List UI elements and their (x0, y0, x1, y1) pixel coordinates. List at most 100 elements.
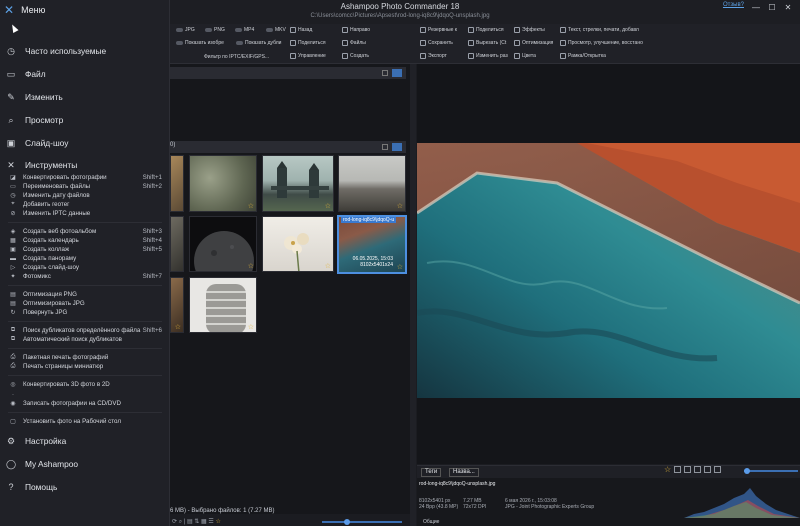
show-images-toggle[interactable]: Показать изобре (176, 40, 224, 46)
menu-bottom-item-3[interactable]: ? Помощь (4, 480, 166, 494)
tools-item-20[interactable]: · (8, 390, 166, 399)
close-menu-icon[interactable]: ✕ (4, 4, 14, 16)
tools-item-22[interactable]: ▢ Установить фото на Рабочий стол (8, 417, 166, 426)
tools-item-18[interactable]: ⎙ Печать страницы миниатюр (8, 362, 166, 371)
share-2-button[interactable]: Поделиться (468, 27, 504, 33)
tools-item-4[interactable]: ⌖ Добавить геотег (8, 200, 166, 209)
star-icon[interactable]: ☆ (397, 203, 403, 210)
thumbnail[interactable]: ☆ (189, 216, 257, 272)
panel-icon[interactable] (674, 466, 681, 473)
thumbnail[interactable]: ☆ (338, 155, 406, 212)
star-icon[interactable]: ☆ (248, 203, 254, 210)
view-list-icon[interactable]: ☰ (208, 519, 213, 525)
pane-divider[interactable] (410, 64, 416, 526)
thumbnail[interactable]: ☆ (262, 216, 334, 272)
export-button[interactable]: Экспорт (420, 53, 447, 59)
view-improve-button[interactable]: Просмотр, улучшение, восстано (560, 40, 643, 46)
tools-item-15[interactable]: ⧉ Поиск дубликатов определённого файла Shi… (8, 326, 166, 335)
backup-button[interactable]: Резервные к (420, 27, 457, 33)
star-filter-icon[interactable]: ☆ (215, 519, 220, 525)
chevron-down-icon[interactable] (392, 143, 402, 151)
chevron-down-icon[interactable] (392, 69, 402, 77)
share-button[interactable]: Поделиться (290, 40, 326, 46)
files-button[interactable]: Файлы (342, 40, 366, 46)
star-icon[interactable]: ☆ (397, 264, 403, 271)
sort-icon[interactable]: ⇅ (194, 519, 199, 525)
thumbnail[interactable]: ☆ (189, 155, 257, 212)
star-icon[interactable]: ☆ (325, 203, 331, 210)
menu-item-6[interactable]: ✕ Инструменты (4, 158, 166, 172)
thumbnail[interactable]: ☆ (262, 155, 334, 212)
star-icon[interactable]: ☆ (664, 466, 671, 474)
star-icon[interactable]: ☆ (248, 263, 254, 270)
info-general-tab[interactable]: Общие (423, 519, 439, 525)
list-icon[interactable] (694, 466, 701, 473)
back-button[interactable]: Назад (290, 27, 312, 33)
save-button[interactable]: Сохранить (420, 40, 453, 46)
info-icon[interactable] (704, 466, 711, 473)
minimize-icon[interactable]: — (748, 0, 764, 14)
tools-item-5[interactable]: ⊘ Изменить IPTC данные (8, 209, 166, 218)
menu-bottom-item-1[interactable]: ⚙ Настройка (4, 434, 166, 448)
feedback-link[interactable]: Отзыв? (723, 2, 744, 8)
monitor-icon[interactable] (714, 466, 721, 473)
thumbnail[interactable] (170, 155, 184, 212)
group-header-1[interactable] (170, 67, 406, 79)
tools-item-8[interactable]: ▣ Создать коллаж Shift+5 (8, 245, 166, 254)
cut-button[interactable]: Вырезать (Ct (468, 40, 506, 46)
star-icon[interactable]: ☆ (248, 324, 254, 331)
tools-item-1[interactable]: ◪ Конвертировать фотографии Shift+1 (8, 173, 166, 182)
thumbnail-selected[interactable]: rod-long-iq8c9\jdqoQ-u 06.05.2025, 15:03… (337, 215, 407, 274)
tools-item-10[interactable]: ▷ Создать слайд-шоу (8, 263, 166, 272)
frame-card-button[interactable]: Рамка/Открытка (560, 53, 606, 59)
tools-item-21[interactable]: ◉ Записать фотографии на CD/DVD (8, 399, 166, 408)
iptc-filter[interactable]: Фильтр по IPTC/EXIF/GPS... (170, 52, 360, 62)
preview-image[interactable] (417, 143, 800, 398)
format-toggle-mp4[interactable]: MP4 (235, 27, 254, 33)
show-duplicates-toggle[interactable]: Показать дубли (236, 40, 281, 46)
thumbnail[interactable] (170, 216, 184, 272)
view-grid-icon[interactable]: ▦ (201, 519, 207, 525)
thumbnail-size-slider[interactable] (322, 519, 402, 525)
effects-button[interactable]: Эффекты (514, 27, 545, 33)
tools-item-3[interactable]: ◷ Изменить дату файлов (8, 191, 166, 200)
colors-button[interactable]: Цвета (514, 53, 536, 59)
menu-item-5[interactable]: ▣ Слайд-шоу (4, 136, 166, 150)
menu-item-3[interactable]: ✎ Изменить (4, 90, 166, 104)
menu-item-4[interactable]: ⌕ Просмотр (4, 113, 166, 127)
tools-item-16[interactable]: ⧉ Автоматический поиск дубликатов (8, 335, 166, 344)
tools-item-7[interactable]: ▦ Создать календарь Shift+4 (8, 236, 166, 245)
tools-item-13[interactable]: ▤ Оптимизировать JPG (8, 299, 166, 308)
star-icon[interactable]: ☆ (175, 324, 181, 331)
format-toggle-jpg[interactable]: JPG (176, 27, 195, 33)
close-icon[interactable]: ✕ (780, 0, 796, 14)
tools-item-9[interactable]: ▬ Создать панораму (8, 254, 166, 263)
text-arrows-button[interactable]: Текст, стрелки, печати, добавл (560, 27, 639, 33)
preview-zoom-slider[interactable] (744, 468, 798, 474)
group-header-2[interactable] (170, 141, 406, 153)
tools-item-14[interactable]: ↻ Повернуть JPG (8, 308, 166, 317)
menu-header[interactable]: ✕ Меню (4, 4, 45, 16)
tab-name[interactable]: Назва... (449, 468, 479, 477)
grid-icon[interactable] (684, 466, 691, 473)
refresh-icon[interactable]: ⟳ (172, 519, 177, 525)
search-icon[interactable]: ⌕ (179, 519, 182, 525)
tools-item-17[interactable]: ⎙ Пакетная печать фотографий (8, 353, 166, 362)
tools-item-2[interactable]: ▭ Переименовать файлы Shift+2 (8, 182, 166, 191)
tools-item-19[interactable]: ◎ Конвертировать 3D фото в 2D (8, 380, 166, 389)
format-toggle-mkv[interactable]: MKV (266, 27, 286, 33)
filter-icon[interactable]: ▤ (187, 519, 193, 525)
tools-item-12[interactable]: ▤ Оптимизация PNG (8, 290, 166, 299)
thumbnail[interactable]: ☆ (189, 277, 257, 333)
menu-bottom-item-2[interactable]: ◯ My Ashampoo (4, 457, 166, 471)
thumbnail[interactable]: ☆ (170, 277, 184, 333)
maximize-icon[interactable]: ☐ (764, 0, 780, 14)
tab-tags[interactable]: Теги (421, 468, 442, 477)
resize-button[interactable]: Изменить раз (468, 53, 508, 59)
right-button[interactable]: Направо (342, 27, 370, 33)
optimize-button[interactable]: Оптимизация (514, 40, 553, 46)
tools-item-6[interactable]: ◈ Создать веб фотоальбом Shift+3 (8, 227, 166, 236)
tools-item-11[interactable]: ✦ Фотомикс Shift+7 (8, 272, 166, 281)
format-toggle-png[interactable]: PNG (205, 27, 225, 33)
star-icon[interactable]: ☆ (325, 263, 331, 270)
